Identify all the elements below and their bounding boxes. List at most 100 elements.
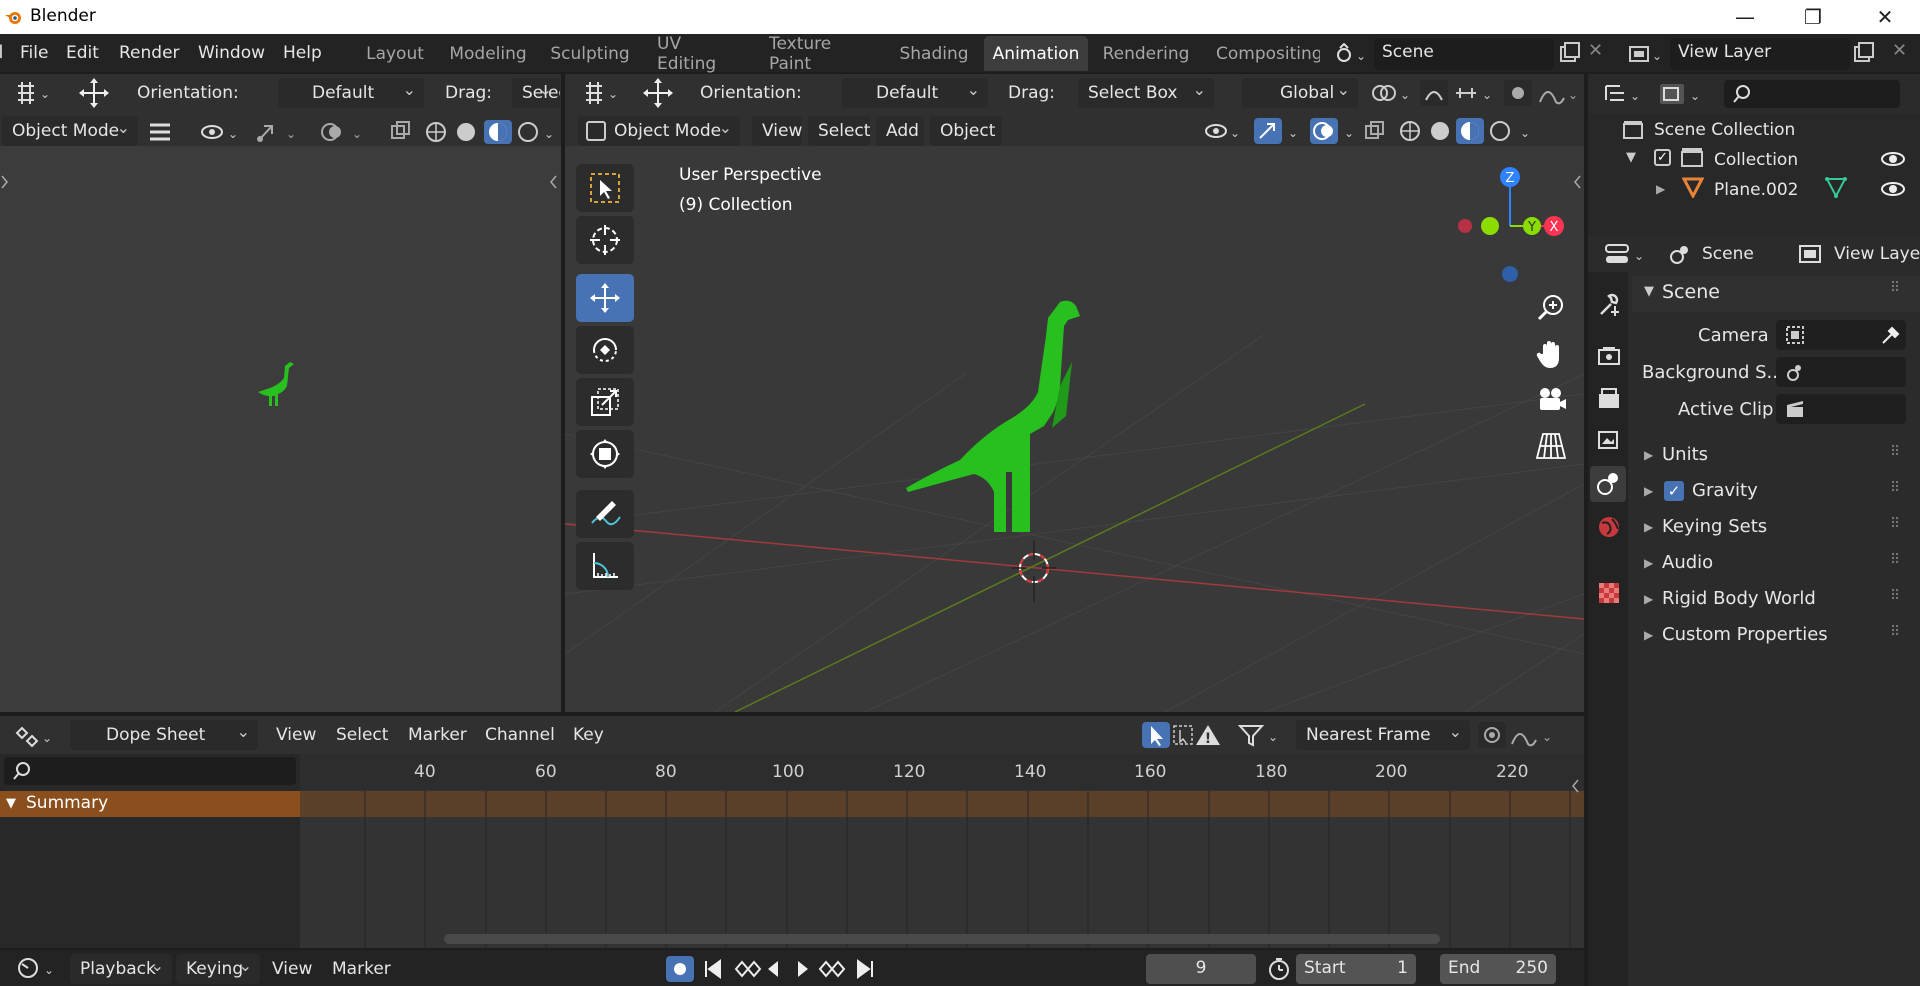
minimize-button[interactable]: — [1716,0,1774,34]
units-disclosure-icon[interactable]: ▶ [1644,448,1653,462]
tab-sculpting[interactable]: Sculpting [543,36,637,71]
dopesheet-menu-channel[interactable]: Channel [485,725,555,745]
dopesheet-filter-buttons[interactable]: ! [1142,720,1224,750]
properties-context-scene[interactable]: Scene [1702,244,1754,264]
viewport-menu-select[interactable]: Select [808,116,870,146]
current-frame-field[interactable]: 9 [1146,954,1256,984]
object-disclosure-icon[interactable]: ▶ [1656,182,1665,196]
dopesheet-horizontal-scrollbar[interactable] [444,934,1440,944]
tab-animation[interactable]: Animation [984,36,1088,71]
subpanel-audio[interactable]: Audio [1662,552,1713,573]
subpanel-units[interactable]: Units [1662,444,1708,465]
left-dinosaur-object[interactable] [256,358,296,408]
channel-search-input[interactable] [4,757,296,785]
custom-props-disclosure-icon[interactable]: ▶ [1644,628,1653,642]
tool-measure[interactable] [576,542,634,590]
units-drag-handle-icon[interactable]: ⠿ [1890,444,1900,460]
timeline-menu-playback[interactable]: Playback [70,954,172,984]
collection-disclosure-icon[interactable]: ▼ [1626,150,1636,165]
proportional-editing-controls[interactable]: ⌄ [1478,720,1558,750]
transform-space-dropdown[interactable]: Global [1242,78,1358,108]
navigation-gizmo[interactable]: Z Y X [1448,160,1568,290]
main-viewport-display-controls[interactable]: ⌄ ⌄ ⌄ ⌄ [1200,116,1584,146]
tool-annotate[interactable] [576,490,634,538]
perspective-toggle-icon[interactable] [1533,428,1569,464]
editor-type-icon[interactable]: ⌄ [10,78,58,108]
properties-editor-type-icon[interactable]: ⌄ [1604,240,1650,268]
left-visibility-icon[interactable]: ⌄ [198,118,246,146]
tool-scale[interactable] [576,378,634,426]
delete-view-layer-icon[interactable]: ✕ [1892,40,1916,68]
tab-shading[interactable]: Shading [891,36,977,71]
snap-mode-dropdown[interactable]: Nearest Frame [1296,720,1470,750]
dopesheet-menu-key[interactable]: Key [573,725,604,745]
keying-sets-disclosure-icon[interactable]: ▶ [1644,520,1653,534]
zoom-icon[interactable] [1533,290,1569,326]
subpanel-custom-properties[interactable]: Custom Properties [1662,624,1828,645]
subpanel-rigid-body-world[interactable]: Rigid Body World [1662,588,1816,609]
left-mode-dropdown[interactable]: Object Mode [2,116,138,146]
summary-disclosure-icon[interactable]: ▼ [6,796,16,811]
view-layer-name-field[interactable]: View Layer [1670,38,1850,70]
keying-sets-drag-handle-icon[interactable]: ⠿ [1890,516,1900,532]
menu-window[interactable]: Window [198,43,265,63]
rigid-body-disclosure-icon[interactable]: ▶ [1644,592,1653,606]
gravity-checkbox[interactable]: ✓ [1664,481,1684,501]
outliner-editor-type-icon[interactable]: ⌄ [1600,80,1648,108]
dopesheet-menu-select[interactable]: Select [336,725,388,745]
menu-help[interactable]: Help [283,43,322,63]
object-visibility-eye-icon[interactable] [1880,180,1906,198]
menu-edit[interactable]: Edit [66,43,99,63]
tab-rendering[interactable]: Rendering [1096,36,1196,71]
tab-compositing[interactable]: Compositing [1206,36,1320,71]
tool-settings-tab-icon[interactable] [1596,292,1622,318]
scene-tab[interactable] [1590,466,1626,502]
view-layer-tab-icon[interactable] [1596,428,1622,454]
snapping-controls[interactable]: ⌄ ⌄ ⌄ [1370,78,1584,108]
active-clip-field[interactable] [1776,394,1906,424]
main-drag-dropdown[interactable]: Select Box [1078,78,1214,108]
left-orientation-dropdown[interactable]: Default [278,78,424,108]
gravity-disclosure-icon[interactable]: ▶ [1644,484,1653,498]
close-window-button[interactable]: ✕ [1856,0,1914,34]
timeline-menu-view[interactable]: View [272,959,312,979]
scene-panel-disclosure-icon[interactable]: ▼ [1644,284,1654,299]
camera-view-icon[interactable] [1533,382,1569,418]
properties-context-view-layer[interactable]: View Layer [1834,244,1920,264]
world-tab-icon[interactable] [1596,514,1622,540]
transform-move-icon[interactable] [74,76,114,110]
tool-transform[interactable] [576,430,634,478]
new-view-layer-icon[interactable] [1850,40,1878,68]
viewport-menu-object[interactable]: Object [930,116,1002,146]
mesh-data-icon[interactable] [1824,176,1848,198]
main-editor-type-icon[interactable]: ⌄ [578,78,626,108]
main-sidebar-expand-icon[interactable] [1572,172,1582,192]
main-orientation-dropdown[interactable]: Default [842,78,988,108]
tab-layout[interactable]: Layout [357,36,433,71]
hamburger-menu-icon[interactable] [146,118,174,146]
left-drag-dropdown[interactable]: Selec [512,78,560,108]
start-frame-field[interactable]: Start 1 [1296,954,1416,984]
outliner-display-mode-icon[interactable]: ⌄ [1656,80,1708,108]
menu-file[interactable]: File [20,43,48,63]
view-layer-browse-icon[interactable]: ⌄ [1624,38,1668,70]
timeline-menu-marker[interactable]: Marker [332,959,391,979]
tool-rotate[interactable] [576,326,634,374]
rigid-body-drag-handle-icon[interactable]: ⠿ [1890,588,1900,604]
tab-texture-paint[interactable]: Texture Paint [759,34,881,74]
background-scene-field[interactable] [1776,357,1906,387]
main-transform-move-icon[interactable] [638,76,678,110]
collection-checkbox[interactable]: ✓ [1654,149,1671,166]
output-tab-icon[interactable] [1596,386,1622,412]
collection-visibility-eye-icon[interactable] [1880,150,1906,168]
eyedropper-icon[interactable] [1880,324,1902,346]
end-frame-field[interactable]: End 250 [1440,954,1556,984]
dopesheet-mode-dropdown[interactable]: Dope Sheet [70,720,258,750]
tab-modeling[interactable]: Modeling [443,36,533,71]
tool-move[interactable] [576,274,634,322]
texture-tab-icon[interactable] [1596,580,1622,606]
viewport-menu-add[interactable]: Add [876,116,924,146]
blender-menu-icon[interactable]: ◖ [0,40,3,61]
custom-props-drag-handle-icon[interactable]: ⠿ [1890,624,1900,640]
new-scene-icon[interactable] [1556,40,1584,68]
